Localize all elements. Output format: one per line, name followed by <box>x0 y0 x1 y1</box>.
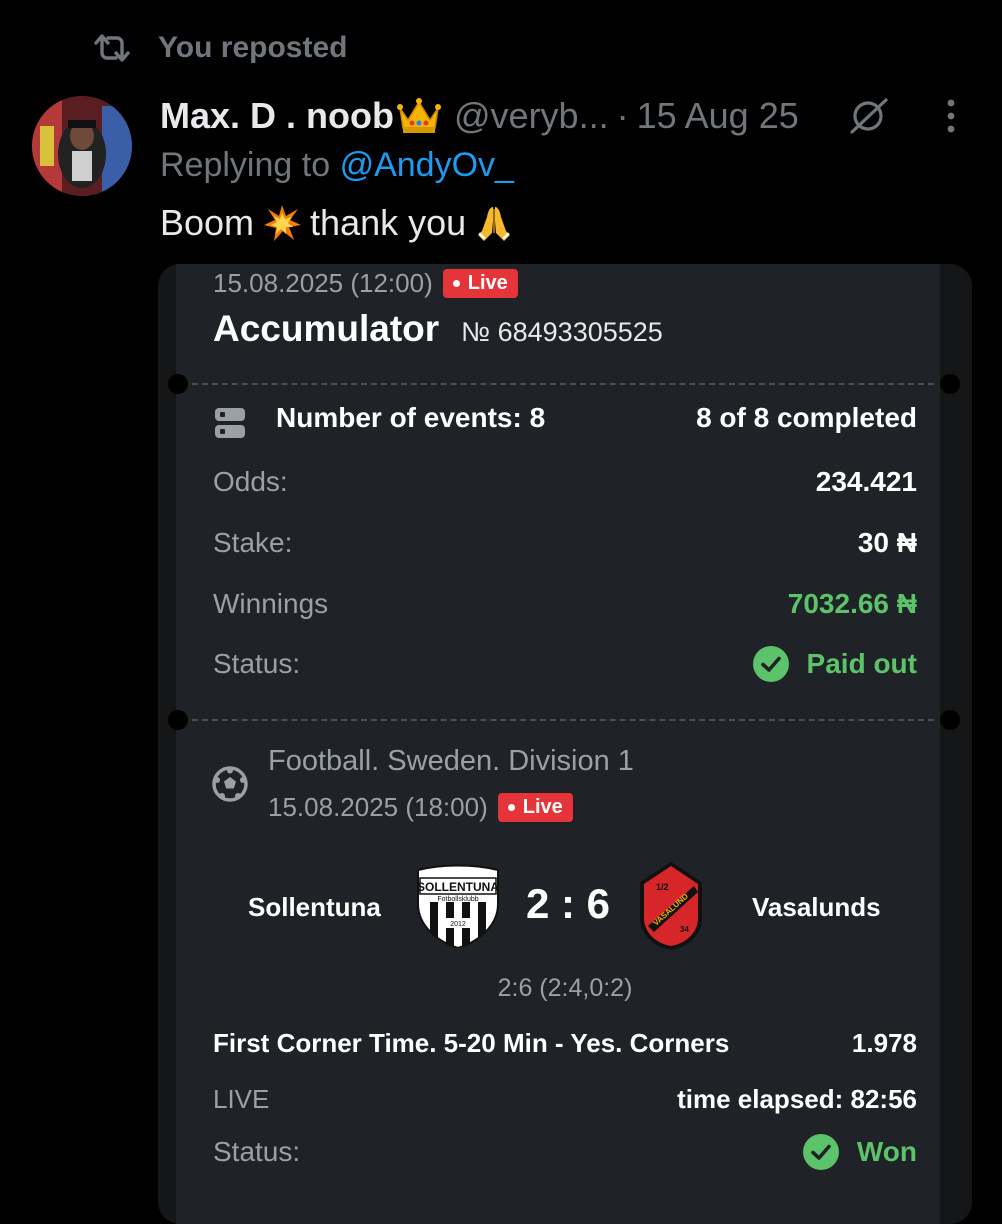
check-circle-icon <box>802 1134 839 1170</box>
author-handle[interactable]: @veryb... <box>454 95 609 137</box>
replying-to: Replying to @AndyOv_ <box>160 146 514 185</box>
divider <box>182 719 934 721</box>
bet-status-value: Paid out <box>806 648 917 679</box>
league-name: Football. Sweden. Division 1 <box>268 745 634 777</box>
bet-status: Paid out <box>752 646 917 682</box>
odds-label: Odds: <box>213 466 288 497</box>
live-text: LIVE <box>213 1084 270 1114</box>
selection-name: First Corner Time. 5-20 Min - Yes. Corne… <box>213 1028 730 1058</box>
home-logo-subtext: Fotbollsklubb <box>437 896 478 903</box>
match-date-row: 15.08.2025 (18:00) Live <box>268 792 573 823</box>
collision-emoji-icon <box>264 205 302 241</box>
divider <box>182 383 934 385</box>
bet-type: Accumulator <box>213 308 440 349</box>
bet-date: 15.08.2025 (12:00) <box>213 268 433 298</box>
events-count: Number of events: 8 <box>276 402 546 433</box>
winnings-value: 7032.66 ₦ <box>787 588 917 619</box>
ticket-notch <box>168 710 188 730</box>
score-detail: 2:6 (2:4,0:2) <box>497 974 633 1002</box>
events-list-icon <box>215 408 245 438</box>
repost-indicator: You reposted <box>92 28 347 68</box>
grok-icon[interactable] <box>846 96 890 136</box>
ticket-notch <box>940 710 960 730</box>
away-logo-number: 34 <box>680 925 689 934</box>
time-elapsed: time elapsed: 82:56 <box>677 1084 917 1114</box>
match-status-value: Won <box>856 1136 917 1167</box>
match-status-label: Status: <box>213 1136 301 1167</box>
events-completed: 8 of 8 completed <box>696 402 917 433</box>
bet-title: Accumulator № 68493305525 <box>213 308 663 350</box>
winnings-row: Winnings 7032.66 ₦ <box>213 588 917 620</box>
reply-mention-link[interactable]: @AndyOv_ <box>340 146 514 184</box>
match-score: 2 : 6 <box>525 880 611 927</box>
match-date: 15.08.2025 (18:00) <box>268 792 488 822</box>
bet-number: № 68493305525 <box>461 317 663 347</box>
selection-row: First Corner Time. 5-20 Min - Yes. Corne… <box>213 1028 917 1059</box>
avatar[interactable] <box>32 96 132 196</box>
away-team-logo: 1/2 VASALUND 34 <box>640 862 702 950</box>
home-logo-text: SOLLENTUNA <box>417 880 499 894</box>
home-team-logo: SOLLENTUNA Fotbollsklubb 2012 <box>417 864 499 948</box>
bet-date-row: 15.08.2025 (12:00) Live <box>213 268 518 299</box>
tweet-date[interactable]: 15 Aug 25 <box>637 95 799 137</box>
tweet-text-start: Boom <box>160 202 255 243</box>
header-separator: · <box>616 95 629 136</box>
more-options-icon[interactable] <box>944 98 958 134</box>
home-logo-year: 2012 <box>450 921 466 928</box>
author-name[interactable]: Max. D . noob <box>160 95 394 137</box>
tweet-text: Boom thank you <box>160 202 522 244</box>
crown-emoji-icon <box>397 98 441 133</box>
live-badge: Live <box>497 793 573 822</box>
match-status-row: Status: Won <box>213 1134 917 1170</box>
live-status-row: LIVE time elapsed: 82:56 <box>213 1084 917 1115</box>
away-team: Vasalunds <box>752 892 881 922</box>
home-team: Sollentuna <box>248 892 381 922</box>
stake-row: Stake: 30 ₦ <box>213 527 917 559</box>
live-badge: Live <box>442 269 518 298</box>
stake-label: Stake: <box>213 527 293 558</box>
repost-label: You reposted <box>158 31 348 64</box>
odds-row: Odds: 234.421 <box>213 466 917 498</box>
football-icon <box>212 766 248 802</box>
odds-value: 234.421 <box>815 466 917 497</box>
ticket-notch <box>168 374 188 394</box>
selection-odds: 1.978 <box>851 1028 917 1058</box>
folded-hands-emoji-icon <box>478 207 511 241</box>
bet-status-row: Status: Paid out <box>213 646 917 682</box>
winnings-label: Winnings <box>213 588 329 619</box>
match-status: Won <box>802 1134 917 1170</box>
check-circle-icon <box>752 646 789 682</box>
tweet-text-mid: thank you <box>310 202 467 243</box>
repost-icon <box>94 34 130 62</box>
away-logo-half: 1/2 <box>656 882 669 892</box>
ticket-notch <box>940 374 960 394</box>
reply-prefix: Replying to <box>160 146 331 184</box>
stake-value: 30 ₦ <box>857 527 917 558</box>
bet-status-label: Status: <box>213 648 301 679</box>
events-summary: Number of events: 8 8 of 8 completed <box>276 402 917 434</box>
